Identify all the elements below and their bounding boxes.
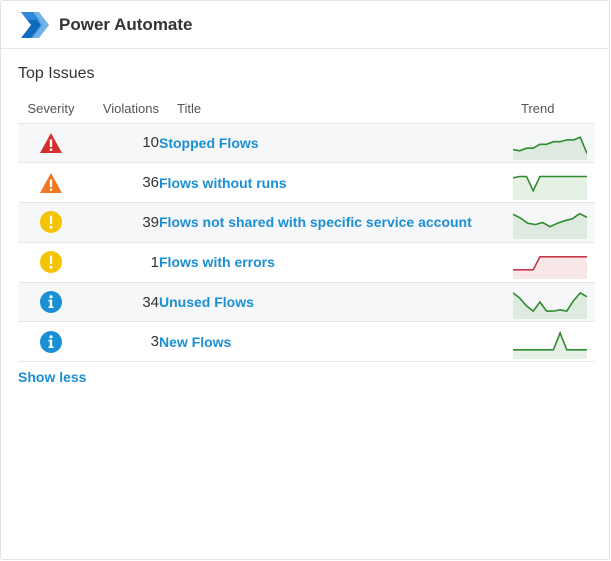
violations-count: 10 xyxy=(84,122,159,163)
title-cell: Flows with errors xyxy=(159,241,513,283)
section-title: Top Issues xyxy=(18,65,95,82)
table-row[interactable]: 3 New Flows xyxy=(18,321,595,363)
severity-cell xyxy=(18,122,84,163)
warning-circle-icon xyxy=(40,251,62,274)
issue-title-link[interactable]: New Flows xyxy=(159,334,231,350)
card-header: Power Automate xyxy=(1,1,609,49)
trend-cell xyxy=(513,122,595,163)
trend-sparkline xyxy=(513,256,587,280)
show-less-link[interactable]: Show less xyxy=(18,369,86,385)
column-header-trend[interactable]: Trend xyxy=(513,95,595,123)
title-cell: Stopped Flows xyxy=(159,122,513,163)
severity-cell xyxy=(18,202,84,243)
table-row[interactable]: 39 Flows not shared with specific service… xyxy=(18,202,595,243)
trend-sparkline xyxy=(513,136,587,160)
column-header-severity[interactable]: Severity xyxy=(18,95,84,123)
violations-count: 34 xyxy=(84,281,159,322)
trend-cell xyxy=(513,202,595,243)
trend-sparkline xyxy=(513,291,587,320)
title-cell: Unused Flows xyxy=(159,281,513,322)
app-title: Power Automate xyxy=(59,14,193,34)
severity-cell xyxy=(18,241,84,283)
trend-area xyxy=(513,176,587,200)
issue-title-link[interactable]: Stopped Flows xyxy=(159,135,259,151)
table-row[interactable]: 36 Flows without runs xyxy=(18,162,595,203)
critical-warning-icon xyxy=(40,132,62,153)
issue-title-link[interactable]: Flows not shared with specific service a… xyxy=(159,214,472,230)
violations-count: 36 xyxy=(84,162,159,203)
trend-area xyxy=(513,332,587,359)
trend-line xyxy=(513,330,587,351)
power-automate-logo-icon xyxy=(21,11,49,38)
power-automate-card: Power Automate Top Issues Severity Viola… xyxy=(0,0,610,560)
issue-title-link[interactable]: Flows with errors xyxy=(159,254,275,270)
table-row[interactable]: 10 Stopped Flows xyxy=(18,122,595,163)
column-header-title[interactable]: Title xyxy=(159,95,513,123)
violations-count: 1 xyxy=(84,241,159,283)
trend-cell xyxy=(513,281,595,322)
title-cell: Flows without runs xyxy=(159,162,513,203)
title-cell: Flows not shared with specific service a… xyxy=(159,202,513,243)
table-header-row: Severity Violations Title Trend xyxy=(18,95,595,123)
title-cell: New Flows xyxy=(159,321,513,363)
table-row[interactable]: 1 Flows with errors xyxy=(18,241,595,283)
violations-count: 3 xyxy=(84,321,159,363)
trend-sparkline xyxy=(513,330,587,359)
trend-cell xyxy=(513,321,595,363)
trend-area xyxy=(513,257,587,280)
severity-cell xyxy=(18,321,84,363)
issues-table: Severity Violations Title Trend 10 Stoppe… xyxy=(18,95,595,363)
trend-cell xyxy=(513,241,595,283)
severity-cell xyxy=(18,162,84,203)
violations-count: 39 xyxy=(84,202,159,243)
info-icon xyxy=(40,291,62,314)
trend-cell xyxy=(513,162,595,203)
issue-title-link[interactable]: Unused Flows xyxy=(159,294,254,310)
warning-triangle-icon xyxy=(40,172,62,193)
severity-cell xyxy=(18,281,84,322)
trend-sparkline xyxy=(513,175,587,200)
issue-title-link[interactable]: Flows without runs xyxy=(159,175,287,191)
table-row[interactable]: 34 Unused Flows xyxy=(18,281,595,322)
column-header-violations[interactable]: Violations xyxy=(84,95,159,123)
warning-circle-icon xyxy=(40,211,62,234)
trend-sparkline xyxy=(513,213,587,240)
info-icon xyxy=(40,330,62,353)
